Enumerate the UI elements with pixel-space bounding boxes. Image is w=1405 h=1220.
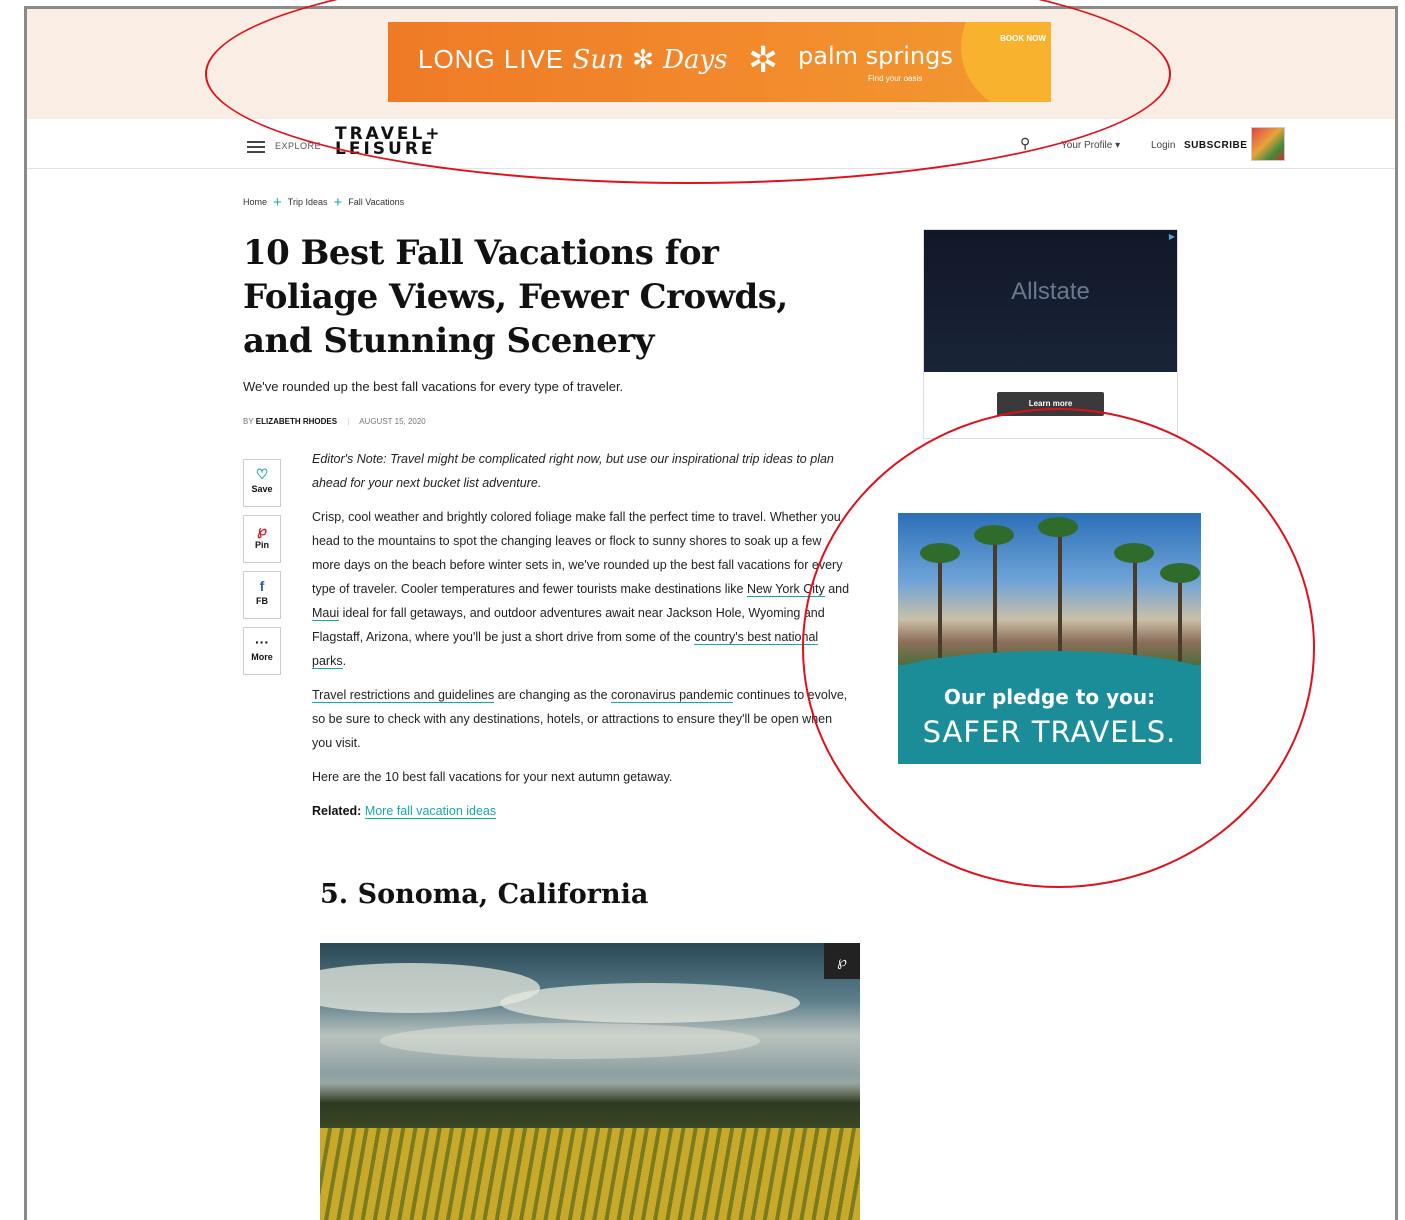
facebook-button[interactable]: f FB (243, 571, 281, 619)
related-link[interactable]: More fall vacation ideas (364, 804, 497, 819)
save-label: Save (251, 484, 273, 494)
palm-frond (1160, 563, 1200, 583)
publish-date: AUGUST 15, 2020 (359, 417, 426, 426)
editors-note: Editor's Note: Travel might be complicat… (312, 452, 834, 490)
banner-script-text: Sun (572, 45, 624, 75)
magazine-cover-thumbnail[interactable] (1251, 127, 1285, 161)
browser-page: LONG LIVE Sun ✻ Days ✲ palm springs Find… (24, 6, 1398, 1220)
site-header: EXPLORE TRAVEL+ LEISURE ⚲ Your Profile ▾… (27, 119, 1395, 169)
allstate-ad-banner: Allstate (924, 230, 1177, 372)
palm-springs-ad-banner[interactable]: LONG LIVE Sun ✻ Days ✲ palm springs Find… (388, 22, 1051, 102)
profile-menu[interactable]: Your Profile ▾ (1061, 140, 1120, 151)
plus-icon: + (333, 194, 343, 211)
ad-pledge-text: Our pledge to you: (943, 685, 1156, 709)
new-york-city-link[interactable]: New York City (746, 582, 825, 597)
flower-icon: ✲ (748, 39, 779, 80)
coronavirus-link[interactable]: coronavirus pandemic (611, 688, 734, 703)
p1-text-b: and (824, 582, 850, 596)
hamburger-menu-icon[interactable] (247, 141, 265, 153)
vineyard-field (320, 1128, 860, 1220)
paragraph-2: Travel restrictions and guidelines are c… (312, 683, 852, 755)
travel-restrictions-link[interactable]: Travel restrictions and guidelines (312, 688, 495, 703)
facebook-icon: f (259, 578, 265, 594)
palm-trunk (993, 535, 997, 665)
banner-brand: palm springs (798, 42, 953, 70)
banner-script-text2: Days (663, 45, 728, 75)
breadcrumb-fall-vacations[interactable]: Fall Vacations (348, 197, 404, 207)
cloud-shape (380, 1023, 760, 1059)
logo-line2: LEISURE (335, 139, 436, 159)
pinterest-icon: ℘ (257, 522, 267, 538)
more-dots-icon: ··· (255, 634, 269, 650)
related-label: Related: (312, 804, 362, 818)
sonoma-photo: ℘ (320, 943, 860, 1220)
allstate-logo: Allstate (1011, 278, 1090, 305)
maui-link[interactable]: Maui (312, 606, 340, 621)
palm-tree-scene (898, 513, 1201, 665)
banner-text: LONG LIVE (418, 44, 565, 74)
palm-frond (920, 543, 960, 563)
palm-trunk (1178, 575, 1182, 665)
fb-label: FB (256, 596, 268, 606)
p1-text-d: . (342, 654, 347, 668)
tree-line (320, 1083, 860, 1133)
palm-frond (1038, 517, 1078, 537)
paragraph-1: Crisp, cool weather and brightly colored… (312, 505, 852, 673)
palm-trunk (938, 555, 942, 665)
site-logo[interactable]: TRAVEL+ LEISURE (335, 126, 443, 159)
more-share-button[interactable]: ··· More (243, 627, 281, 675)
sun-icon: ✻ (632, 44, 655, 74)
pin-label: Pin (254, 540, 269, 550)
breadcrumb-trip-ideas[interactable]: Trip Ideas (288, 197, 328, 207)
subscribe-link[interactable]: SUBSCRIBE (1184, 140, 1247, 151)
palm-trunk (1058, 525, 1062, 665)
article-dek: We've rounded up the best fall vacations… (243, 379, 624, 394)
ad-safer-travels-text: SAFER TRAVELS. (922, 715, 1177, 749)
byline-divider: | (347, 417, 350, 426)
article-title: 10 Best Fall Vacations for Foliage Views… (243, 233, 788, 361)
plus-icon: + (273, 194, 282, 211)
heart-icon: ♡ (255, 466, 269, 482)
search-icon[interactable]: ⚲ (1020, 135, 1030, 152)
pinterest-pin-icon[interactable]: ℘ (824, 943, 860, 979)
pin-button[interactable]: ℘ Pin (243, 515, 281, 563)
breadcrumb: Home + Trip Ideas + Fall Vacations (243, 194, 404, 211)
adchoices-icon[interactable]: ▶ (1169, 232, 1175, 241)
related-line: Related: More fall vacation ideas (312, 799, 852, 823)
book-now-button[interactable]: BOOK NOW (995, 22, 1051, 78)
palm-frond (974, 525, 1014, 545)
banner-headline: LONG LIVE Sun ✻ Days (418, 44, 727, 75)
palm-frond (1114, 543, 1154, 563)
section-heading: 5. Sonoma, California (320, 879, 649, 910)
save-button[interactable]: ♡ Save (243, 459, 281, 507)
paragraph-3: Here are the 10 best fall vacations for … (312, 770, 673, 784)
allstate-ad[interactable]: Allstate ▶ Learn more (923, 229, 1178, 439)
login-link[interactable]: Login (1151, 140, 1175, 151)
article-body: Editor's Note: Travel might be complicat… (312, 447, 852, 833)
safer-travels-ad[interactable]: Our pledge to you: SAFER TRAVELS. (898, 513, 1201, 764)
byline-prefix: BY (243, 417, 254, 426)
author-link[interactable]: ELIZABETH RHODES (256, 417, 337, 426)
top-ad-strip: LONG LIVE Sun ✻ Days ✲ palm springs Find… (27, 9, 1395, 119)
share-bar: ♡ Save ℘ Pin f FB ··· More (243, 459, 281, 683)
explore-link[interactable]: EXPLORE (275, 141, 321, 151)
more-label: More (251, 652, 273, 662)
p2-text-a: are changing as the (494, 688, 612, 702)
banner-brand-sub: Find your oasis (868, 74, 923, 83)
byline: BY ELIZABETH RHODES | AUGUST 15, 2020 (243, 417, 426, 426)
breadcrumb-home[interactable]: Home (243, 197, 267, 207)
palm-trunk (1133, 555, 1137, 665)
cloud-shape (500, 983, 800, 1023)
learn-more-button[interactable]: Learn more (997, 392, 1104, 416)
